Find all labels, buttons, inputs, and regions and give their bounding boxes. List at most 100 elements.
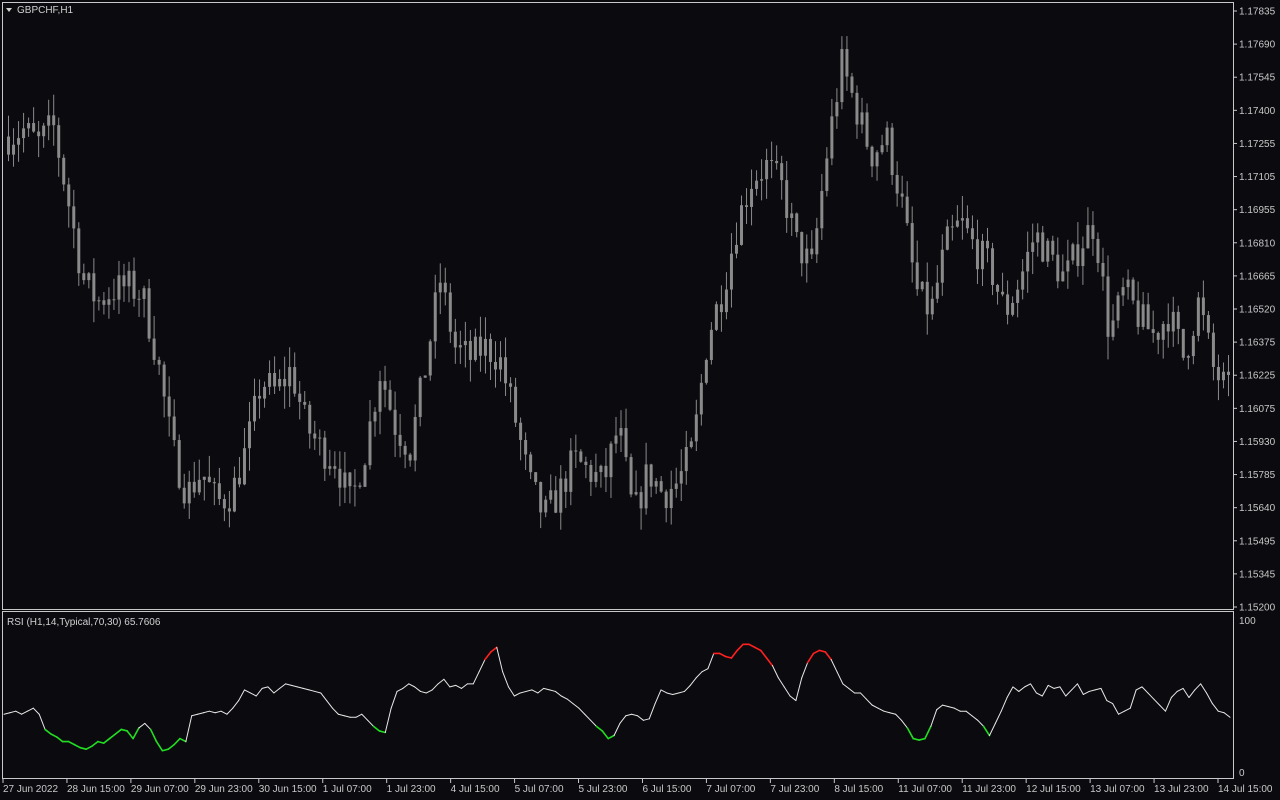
candle-body: [268, 372, 272, 387]
candle-body: [32, 123, 36, 132]
candle-body: [1141, 304, 1145, 327]
candle-body: [805, 248, 809, 264]
candle-body: [132, 270, 136, 299]
candle-body: [991, 248, 995, 285]
candle-body: [800, 232, 804, 264]
candle-body: [207, 476, 211, 483]
candle-body: [232, 477, 236, 512]
candle-body: [955, 220, 959, 227]
candle-body: [303, 401, 307, 405]
candle-body: [664, 491, 668, 509]
candle-body: [348, 472, 352, 487]
symbol-title[interactable]: GBPCHF,H1: [17, 5, 74, 16]
candle-body: [478, 336, 482, 356]
candle-body: [599, 465, 603, 473]
time-axis-label: 5 Jul 23:00: [579, 784, 628, 795]
candle-body: [760, 179, 764, 181]
candle-body: [142, 288, 146, 299]
price-axis-label: 1.16075: [1239, 404, 1276, 415]
candle-body: [388, 389, 392, 410]
candle-body: [704, 359, 708, 383]
candle-body: [890, 127, 894, 175]
price-axis-label: 1.16665: [1239, 271, 1276, 282]
time-axis-label: 6 Jul 15:00: [642, 784, 691, 795]
candle-body: [162, 364, 166, 397]
candle-body: [815, 228, 819, 255]
candle-body: [1216, 366, 1220, 381]
candle-body: [373, 411, 377, 422]
candle-body: [986, 240, 990, 249]
candle-body: [925, 281, 929, 315]
candle-body: [17, 138, 21, 145]
price-axis-label: 1.17400: [1239, 106, 1276, 117]
candle-body: [790, 213, 794, 218]
candle-body: [383, 381, 387, 390]
candle-body: [554, 490, 558, 513]
candle-body: [157, 359, 161, 365]
price-axis-label: 1.17545: [1239, 73, 1276, 84]
candle-body: [689, 441, 693, 448]
candle-body: [448, 292, 452, 332]
candle-body: [870, 146, 874, 167]
candle-body: [1151, 329, 1155, 333]
candle-body: [1211, 332, 1215, 367]
candle-body: [634, 492, 638, 495]
candle-body: [197, 479, 201, 493]
candle-body: [1001, 291, 1005, 295]
rsi-indicator-label: RSI (H1,14,Typical,70,30) 65.7606: [7, 617, 161, 628]
candle-body: [127, 270, 131, 287]
candle-body: [187, 481, 191, 504]
candle-body: [920, 281, 924, 290]
candle-body: [684, 447, 688, 472]
candle-body: [780, 163, 784, 181]
candle-body: [820, 190, 824, 229]
candle-body: [564, 478, 568, 492]
price-axis-label: 1.15930: [1239, 437, 1276, 448]
candle-body: [258, 395, 262, 399]
time-axis-label: 4 Jul 15:00: [451, 784, 500, 795]
candle-body: [1036, 232, 1040, 243]
candle-body: [885, 127, 889, 146]
candle-body: [795, 213, 799, 233]
candle-body: [639, 492, 643, 509]
candle-body: [775, 160, 779, 164]
candle-body: [714, 304, 718, 330]
candle-body: [1016, 289, 1020, 303]
time-axis-label: 13 Jul 23:00: [1154, 784, 1209, 795]
candle-body: [318, 437, 322, 439]
candle-body: [358, 485, 362, 487]
candle-body: [1171, 311, 1175, 332]
price-axis-label: 1.16520: [1239, 305, 1276, 316]
candle-body: [529, 454, 533, 473]
candle-body: [604, 465, 608, 478]
candle-body: [850, 76, 854, 93]
candle-body: [740, 205, 744, 245]
candle-body: [398, 434, 402, 446]
candle-body: [559, 478, 563, 513]
candle-body: [1226, 371, 1230, 376]
candle-body: [1091, 225, 1095, 239]
candle-body: [825, 158, 829, 191]
candle-body: [1101, 262, 1105, 277]
time-axis-label: 28 Jun 15:00: [67, 784, 125, 795]
candle-body: [755, 180, 759, 189]
candle-body: [413, 416, 417, 461]
candle-body: [544, 499, 548, 513]
candle-body: [1181, 328, 1185, 358]
candle-body: [1156, 332, 1160, 340]
candle-body: [378, 381, 382, 412]
candle-body: [845, 49, 849, 77]
time-axis-label: 30 Jun 15:00: [259, 784, 317, 795]
candle-body: [253, 395, 257, 422]
candle-body: [1206, 315, 1210, 333]
candle-body: [47, 115, 51, 126]
candle-body: [619, 428, 623, 436]
candle-body: [1086, 225, 1090, 249]
candle-body: [980, 240, 984, 270]
time-axis-label: 7 Jul 07:00: [706, 784, 755, 795]
candle-body: [549, 490, 553, 500]
candle-body: [965, 218, 969, 229]
candle-body: [37, 131, 41, 137]
candle-body: [438, 282, 442, 293]
price-axis-label: 1.17255: [1239, 139, 1276, 150]
